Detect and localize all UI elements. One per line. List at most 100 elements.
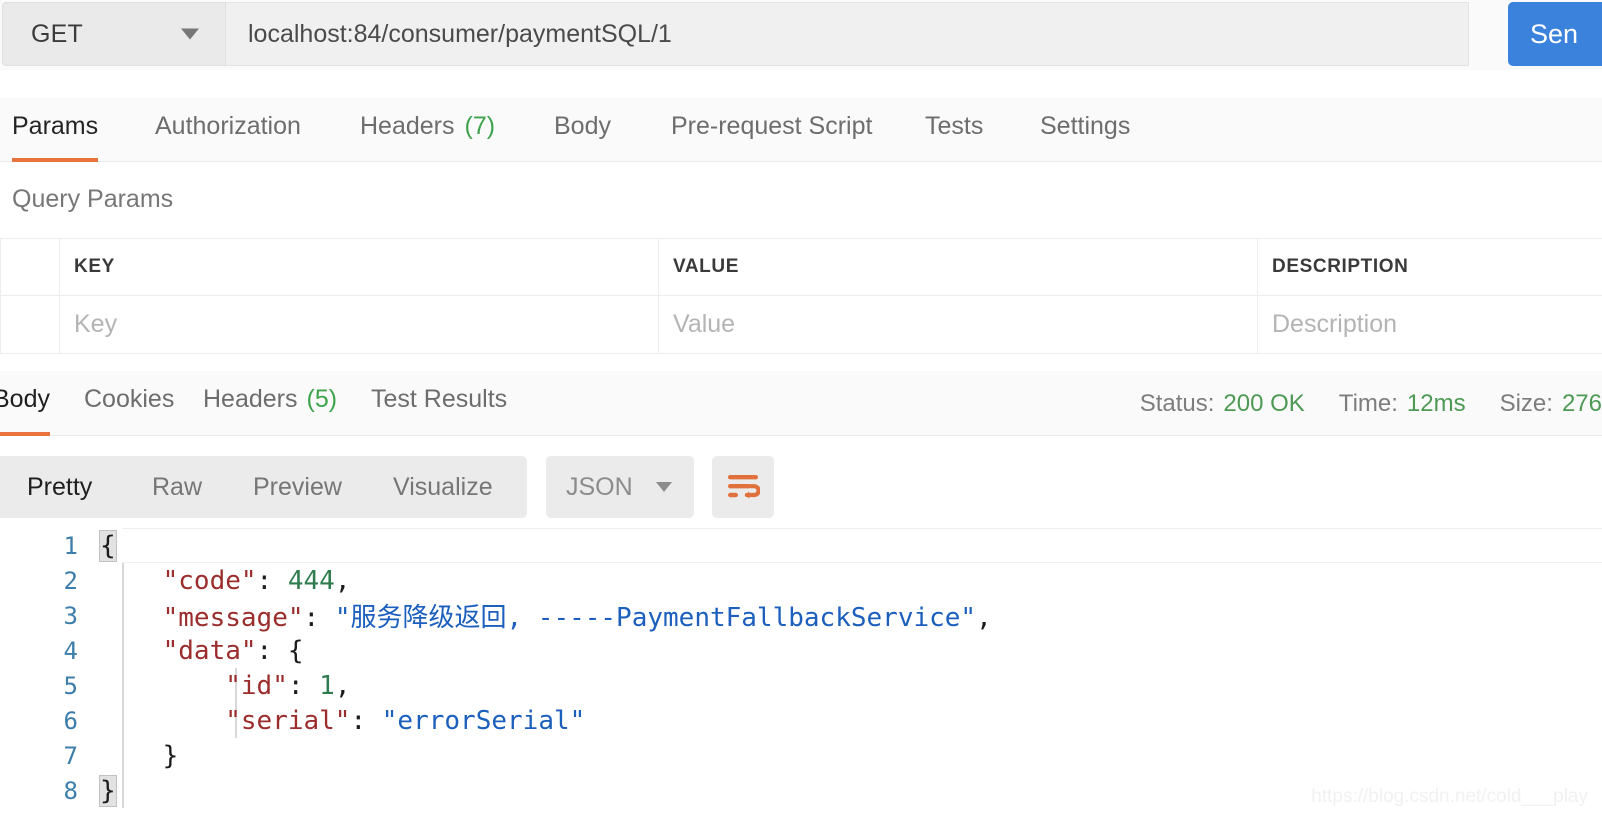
code-line-text: "message": "服务降级返回, -----PaymentFallback… [100, 597, 992, 634]
line-number: 4 [0, 637, 100, 665]
code-token-punct: , [335, 671, 351, 701]
code-indent [100, 566, 163, 596]
tab-pre-request-script[interactable]: Pre-request Script [671, 98, 872, 162]
tab-body[interactable]: Body [554, 98, 611, 162]
code-token-punct: : { [257, 636, 304, 666]
code-token-punct: , [335, 566, 351, 596]
row-checkbox-cell[interactable] [0, 296, 60, 354]
response-language-label: JSON [566, 473, 633, 502]
format-visualize[interactable]: Visualize [393, 473, 493, 502]
tab-label: Body [554, 112, 611, 141]
format-pretty[interactable]: Pretty [27, 473, 92, 502]
param-key-input[interactable]: Key [60, 296, 659, 354]
response-meta: Status: 200 OK Time: 12ms Size: 276 [1140, 371, 1602, 436]
editor-row-separator [122, 528, 1602, 529]
request-tabs: Params Authorization Headers(7) Body Pre-req… [0, 98, 1602, 162]
code-token-key: "id" [225, 671, 288, 701]
response-format-group: Pretty Raw Preview Visualize [0, 456, 527, 518]
code-line-text: } [100, 776, 116, 806]
tab-params[interactable]: Params [12, 98, 98, 162]
http-method-label: GET [31, 20, 83, 49]
code-token-key: "message" [163, 603, 304, 633]
code-token-punct: : [288, 671, 319, 701]
column-header-value: VALUE [659, 238, 1258, 296]
http-method-dropdown[interactable]: GET [2, 2, 226, 66]
code-token-punct: : [350, 706, 381, 736]
code-token-str: "errorSerial" [382, 706, 586, 736]
code-indent [100, 741, 163, 771]
chevron-down-icon [656, 482, 672, 492]
code-line: 7 } [0, 738, 1602, 773]
code-token-punct: : [304, 603, 335, 633]
matching-brace: { [100, 531, 116, 561]
code-token-punct: : [257, 566, 288, 596]
size-value: 276 [1562, 390, 1602, 418]
code-token-key: "code" [163, 566, 257, 596]
response-tab-cookies[interactable]: Cookies [84, 371, 174, 436]
fold-guide [122, 773, 124, 808]
response-tab-label: Headers [203, 385, 298, 414]
code-indent [100, 636, 163, 666]
code-line: 1{ [0, 528, 1602, 563]
response-body-code-editor[interactable]: 1{2 "code": 444,3 "message": "服务降级返回, --… [0, 528, 1602, 826]
code-token-num: 444 [288, 566, 335, 596]
response-tab-body[interactable]: Body [0, 371, 50, 436]
tab-label: Headers [360, 112, 455, 141]
response-language-dropdown[interactable]: JSON [546, 456, 694, 518]
request-bar: GET localhost:84/consumer/paymentSQL/1 S… [0, 0, 1602, 70]
matching-brace: } [100, 776, 116, 806]
code-line: 4 "data": { [0, 633, 1602, 668]
select-all-checkbox-cell[interactable] [0, 238, 60, 296]
tab-label: Authorization [155, 112, 301, 141]
query-params-table: KEY VALUE DESCRIPTION Key Value Descript… [0, 238, 1602, 354]
tab-tests[interactable]: Tests [925, 98, 983, 162]
size-label: Size: [1500, 390, 1553, 418]
text-wrap-icon [726, 472, 760, 502]
time-label: Time: [1339, 390, 1398, 418]
code-line: 3 "message": "服务降级返回, -----PaymentFallba… [0, 598, 1602, 633]
code-line-text: "code": 444, [100, 566, 350, 596]
code-line: 2 "code": 444, [0, 563, 1602, 598]
code-line-text: "id": 1, [100, 671, 350, 701]
response-tab-test-results[interactable]: Test Results [371, 371, 507, 436]
line-number: 3 [0, 602, 100, 630]
code-line-text: "serial": "errorSerial" [100, 706, 585, 736]
status-label: Status: [1140, 390, 1215, 418]
format-raw[interactable]: Raw [152, 473, 202, 502]
send-button-label: Sen [1530, 19, 1578, 50]
response-tab-label: Cookies [84, 385, 174, 414]
response-tab-count-badge: (5) [307, 385, 338, 414]
tab-settings[interactable]: Settings [1040, 98, 1130, 162]
code-line-text: } [100, 741, 178, 771]
query-params-heading: Query Params [12, 185, 173, 214]
code-token-key: "serial" [225, 706, 350, 736]
line-number: 1 [0, 532, 100, 560]
line-number: 6 [0, 707, 100, 735]
code-indent [100, 671, 225, 701]
column-header-key: KEY [60, 238, 659, 296]
code-line: 5 "id": 1, [0, 668, 1602, 703]
send-button[interactable]: Sen [1508, 2, 1602, 66]
code-line-text: { [100, 531, 116, 561]
watermark: https://blog.csdn.net/cold___play [1311, 786, 1588, 808]
param-description-input[interactable]: Description [1258, 296, 1602, 354]
wrap-lines-button[interactable] [712, 456, 774, 518]
format-preview[interactable]: Preview [253, 473, 342, 502]
response-tab-label: Body [0, 385, 50, 414]
tab-label: Pre-request Script [671, 112, 872, 141]
param-value-input[interactable]: Value [659, 296, 1258, 354]
code-indent [100, 603, 163, 633]
response-tab-headers[interactable]: Headers (5) [203, 371, 337, 436]
response-body-toolbar: Pretty Raw Preview Visualize JSON [0, 456, 1602, 518]
code-token-punct: , [976, 603, 992, 633]
tab-headers[interactable]: Headers(7) [360, 98, 495, 162]
tab-label: Tests [925, 112, 983, 141]
line-number: 5 [0, 672, 100, 700]
code-token-key: "data" [163, 636, 257, 666]
response-tab-label: Test Results [371, 385, 507, 414]
tab-authorization[interactable]: Authorization [155, 98, 301, 162]
column-header-description: DESCRIPTION [1258, 238, 1602, 296]
tab-label: Params [12, 112, 98, 141]
response-tabs-bar: Status: 200 OK Time: 12ms Size: 276 Body… [0, 371, 1602, 436]
request-url-input[interactable]: localhost:84/consumer/paymentSQL/1 [226, 2, 1469, 66]
